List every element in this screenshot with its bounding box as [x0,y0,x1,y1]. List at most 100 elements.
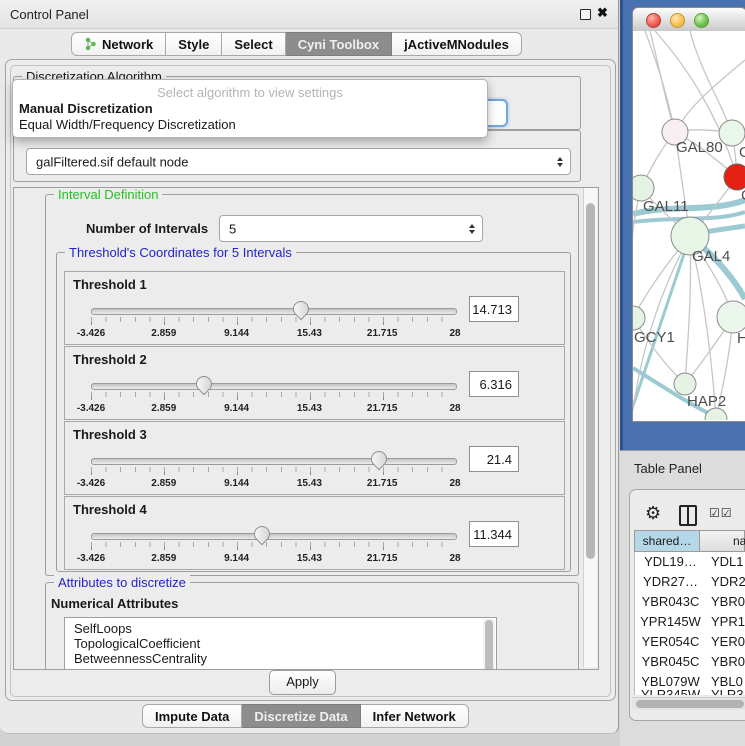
settings-scrollpane: Interval Definition Number of Intervals … [13,187,599,670]
slider-tick-labels: -3.426 2.859 9.144 15.43 21.715 28 [91,478,455,490]
threshold-2-value-field[interactable]: 6.316 [469,371,519,397]
table-data-value: galFiltered.sif default node [36,154,188,169]
node-hap2[interactable] [674,373,696,395]
column-header-name[interactable]: na [700,530,745,552]
tab-select[interactable]: Select [222,32,285,56]
table-row[interactable]: YPR145WYPR1 [635,612,745,632]
table-data-combobox[interactable]: galFiltered.sif default node [26,148,571,175]
network-canvas[interactable]: GAL80 GA C GAL11 GAL4 GCY1 H HAP2 [620,0,745,450]
slider-minor-ticks [91,542,456,547]
tab-cyni-toolbox[interactable]: Cyni Toolbox [286,32,392,56]
table-row[interactable]: YBR045CYBR0 [635,652,745,672]
tab-network[interactable]: Network [71,32,166,56]
slider-track[interactable] [91,458,457,465]
split-columns-icon[interactable] [679,505,697,526]
threshold-2-slider: -3.426 2.859 9.144 15.43 21.715 28 [91,375,455,411]
algorithm-dropdown-popup: Select algorithm to view settings Manual… [12,79,488,138]
list-item-topologicalcoefficient[interactable]: TopologicalCoefficient [74,636,200,651]
slider-track[interactable] [91,383,457,390]
threshold-4-value-field[interactable]: 11.344 [469,521,519,547]
number-of-intervals-value: 5 [229,221,236,236]
table-rows: YDL19…YDL1 YDR27…YDR2 YBR043CYBR0 YPR145… [634,552,745,695]
table-row[interactable]: YDR27…YDR2 [635,572,745,592]
table-row[interactable]: YBR043CYBR0 [635,592,745,612]
table-row[interactable]: YLR345WYLR3 [635,685,745,695]
slider-track[interactable] [91,308,457,315]
slider-track[interactable] [91,533,457,540]
tab-select-label: Select [234,37,272,52]
control-panel-titlebar: Control Panel ✖ [0,0,618,29]
tab-impute-data[interactable]: Impute Data [142,704,242,728]
label-gal4: GAL4 [692,248,730,265]
threshold-2-label: Threshold 2 [73,352,147,367]
close-icon[interactable]: ✖ [597,5,608,21]
settings-scrollbar[interactable] [583,188,597,667]
threshold-4-slider: -3.426 2.859 9.144 15.43 21.715 28 [91,525,455,561]
attributes-to-discretize-group: Attributes to discretize Numerical Attri… [45,582,579,670]
label-gcy1: GCY1 [634,329,675,346]
threshold-1-panel: Threshold 1 -3.426 2.859 9.144 15.43 21.… [64,271,565,345]
tab-cyni-label: Cyni Toolbox [298,37,379,52]
main-tab-bar: Network Style Select Cyni Toolbox jActiv… [71,32,522,56]
label-ga: GA [739,144,745,161]
tab-network-label: Network [102,37,153,52]
tab-style[interactable]: Style [166,32,222,56]
checkbox-icons[interactable]: ☑☑ [709,506,733,520]
node-bottom[interactable] [705,408,727,430]
tab-impute-label: Impute Data [155,709,229,724]
slider-tick-labels: -3.426 2.859 9.144 15.43 21.715 28 [91,328,455,340]
list-item-betweennesscentrality[interactable]: BetweennessCentrality [74,651,207,666]
threshold-3-slider: -3.426 2.859 9.144 15.43 21.715 28 [91,450,455,486]
combo-stepper-icon [557,157,563,167]
slider-tick-labels: -3.426 2.859 9.144 15.43 21.715 28 [91,403,455,415]
list-item-selfloops[interactable]: SelfLoops [74,621,132,636]
label-h: H [737,330,745,347]
table-row[interactable]: YDL19…YDL1 [635,552,745,572]
node-h[interactable] [717,301,745,333]
threshold-1-slider: -3.426 2.859 9.144 15.43 21.715 28 [91,300,455,336]
popup-item-manual-discretization[interactable]: Manual Discretization [19,101,153,116]
slider-minor-ticks [91,467,456,472]
control-panel: Control Panel ✖ Network Style Select Cyn… [0,0,619,734]
table-panel-title: Table Panel [634,461,702,476]
number-of-intervals-combobox[interactable]: 5 [219,215,483,242]
slider-minor-ticks [91,392,456,397]
threshold-3-label: Threshold 3 [73,427,147,442]
interval-definition-label: Interval Definition [54,187,162,202]
label-c: C [741,187,745,204]
threshold-1-value-field[interactable]: 14.713 [469,296,519,322]
threshold-2-panel: Threshold 2 -3.426 2.859 9.144 15.43 21.… [64,346,565,420]
bottom-tab-bar: Impute Data Discretize Data Infer Networ… [142,704,469,728]
node-top-right[interactable] [719,120,745,146]
threshold-1-label: Threshold 1 [73,277,147,292]
slider-tick-labels: -3.426 2.859 9.144 15.43 21.715 28 [91,553,455,565]
table-horizontal-scrollbar[interactable] [632,697,745,710]
tab-infer-network[interactable]: Infer Network [361,704,469,728]
popup-item-equal-width-frequency[interactable]: Equal Width/Frequency Discretization [19,117,236,132]
thresholds-coordinates-group: Threshold's Coordinates for 5 Intervals … [56,252,571,572]
panel-title: Control Panel [10,7,89,22]
column-header-shared[interactable]: shared… [634,530,700,552]
interval-definition-group: Interval Definition Number of Intervals … [45,194,579,576]
gear-icon[interactable]: ⚙ [645,503,661,524]
tab-jactivemnodules[interactable]: jActiveMNodules [392,32,522,56]
table-header: shared… na [634,530,745,552]
tab-infer-label: Infer Network [373,709,456,724]
node-gcy1[interactable] [621,306,645,330]
numerical-attributes-list: SelfLoops TopologicalCoefficient Between… [64,617,497,670]
threshold-3-value-field[interactable]: 21.4 [469,446,519,472]
tab-discretize-data[interactable]: Discretize Data [242,704,360,728]
threshold-4-label: Threshold 4 [73,502,147,517]
table-row[interactable]: YER054CYER0 [635,632,745,652]
float-window-icon[interactable] [580,9,591,20]
apply-button[interactable]: Apply [269,670,336,695]
label-gal80: GAL80 [676,139,723,156]
number-of-intervals-label: Number of Intervals [86,221,208,236]
tab-style-label: Style [178,37,209,52]
network-icon [84,37,97,51]
list-scrollbar[interactable] [483,619,495,670]
popup-hint-text: Select algorithm to view settings [13,85,487,100]
tab-discretize-label: Discretize Data [254,709,347,724]
threshold-3-panel: Threshold 3 -3.426 2.859 9.144 15.43 21.… [64,421,565,495]
thresholds-coordinates-label: Threshold's Coordinates for 5 Intervals [65,245,296,260]
